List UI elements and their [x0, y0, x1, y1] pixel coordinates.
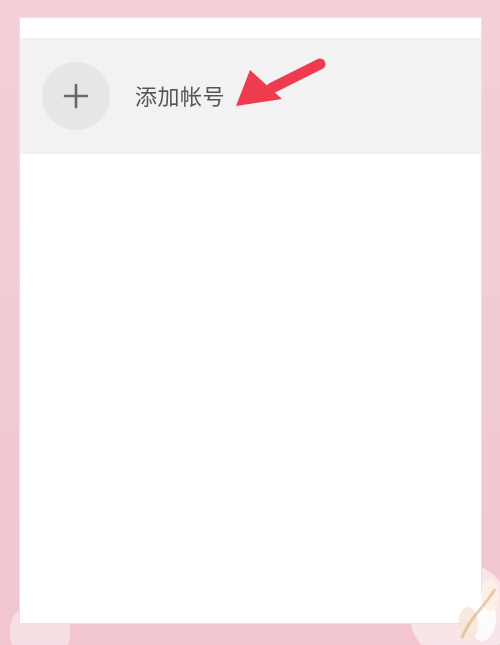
panel-top-strip: [20, 18, 481, 38]
plus-icon: [63, 83, 89, 109]
add-account-label[interactable]: 添加帐号: [135, 80, 225, 112]
add-account-button[interactable]: [42, 62, 110, 130]
add-account-row[interactable]: 添加帐号: [20, 38, 481, 154]
account-panel: 添加帐号: [19, 17, 482, 624]
